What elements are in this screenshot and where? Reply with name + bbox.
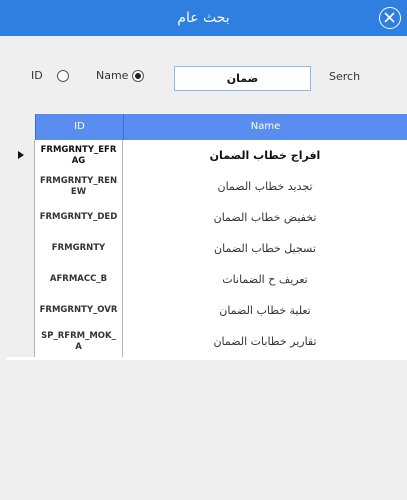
- table-row[interactable]: SP_RFRM_MOK_A تقارير خطابات الضمان: [6, 326, 407, 357]
- table-row[interactable]: FRMGRNTY_OVR تعلية خطاب الضمان: [6, 295, 407, 326]
- row-selector[interactable]: [6, 233, 35, 264]
- row-selector[interactable]: [6, 295, 35, 326]
- search-input[interactable]: [174, 66, 311, 91]
- row-id-cell: FRMGRNTY_RENEW: [35, 171, 123, 202]
- row-name-cell: تعلية خطاب الضمان: [123, 295, 407, 326]
- column-header-id[interactable]: ID: [35, 114, 123, 140]
- option-id-label: ID: [31, 69, 43, 82]
- row-name-cell: تسجيل خطاب الضمان: [123, 233, 407, 264]
- row-name-cell: افراج خطاب الضمان: [123, 140, 407, 171]
- row-name-cell: تقارير خطابات الضمان: [123, 326, 407, 357]
- row-selector[interactable]: [6, 202, 35, 233]
- row-name-cell: تعريف ح الضمانات: [123, 264, 407, 295]
- table-row[interactable]: FRMGRNTY_EFRAG افراج خطاب الضمان: [6, 140, 407, 171]
- option-name-label: Name: [96, 69, 129, 82]
- search-button[interactable]: Serch: [329, 70, 360, 83]
- row-name-cell: تخفيض خطاب الضمان: [123, 202, 407, 233]
- row-selector[interactable]: [6, 171, 35, 202]
- option-id-radio[interactable]: [57, 70, 69, 82]
- title-bar: بحث عام: [0, 0, 407, 36]
- results-grid: ID Name FRMGRNTY_EFRAG افراج خطاب الضمان…: [6, 114, 407, 360]
- grid-header: ID Name: [6, 114, 407, 140]
- row-id-cell: FRMGRNTY_EFRAG: [35, 140, 123, 171]
- column-header-name[interactable]: Name: [123, 114, 407, 140]
- row-name-cell: تجديد خطاب الضمان: [123, 171, 407, 202]
- row-id-cell: FRMGRNTY_OVR: [35, 295, 123, 326]
- row-selector[interactable]: [6, 264, 35, 295]
- row-id-cell: FRMGRNTY_DED: [35, 202, 123, 233]
- close-icon[interactable]: [379, 7, 401, 29]
- table-row[interactable]: AFRMACC_B تعريف ح الضمانات: [6, 264, 407, 295]
- row-id-cell: AFRMACC_B: [35, 264, 123, 295]
- table-row[interactable]: FRMGRNTY_DED تخفيض خطاب الضمان: [6, 202, 407, 233]
- row-id-cell: FRMGRNTY: [35, 233, 123, 264]
- table-row[interactable]: FRMGRNTY_RENEW تجديد خطاب الضمان: [6, 171, 407, 202]
- grid-header-corner: [6, 114, 35, 140]
- option-name-radio[interactable]: [132, 70, 144, 82]
- table-row[interactable]: FRMGRNTY تسجيل خطاب الضمان: [6, 233, 407, 264]
- row-selector-arrow-icon[interactable]: [6, 140, 35, 171]
- window-title: بحث عام: [177, 10, 230, 26]
- row-selector[interactable]: [6, 326, 35, 357]
- row-id-cell: SP_RFRM_MOK_A: [35, 326, 123, 357]
